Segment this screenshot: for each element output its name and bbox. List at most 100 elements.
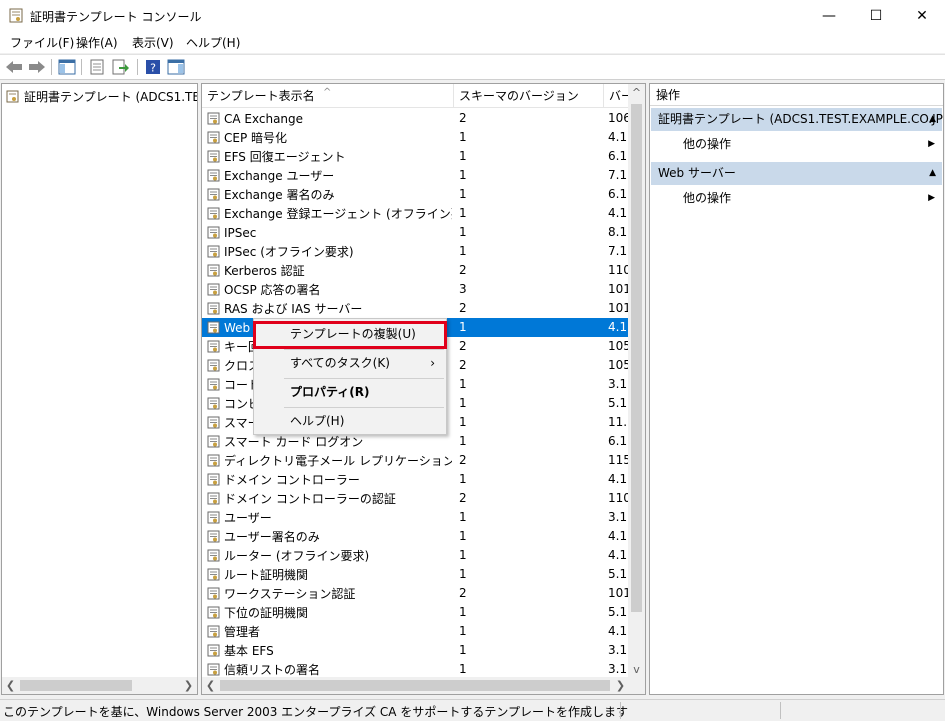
table-row[interactable]: Exchange 署名のみ 1 6.1: [202, 185, 630, 204]
table-row[interactable]: 基本 EFS 1 3.1: [202, 641, 630, 660]
column-header-display-name[interactable]: テンプレート表示名 ^: [202, 84, 452, 108]
certificate-template-icon: [207, 245, 220, 258]
table-row[interactable]: EFS 回復エージェント 1 6.1: [202, 147, 630, 166]
sort-ascending-icon: ^: [323, 87, 332, 98]
certificate-template-icon: [207, 283, 220, 296]
cell-schema-version: 1: [459, 396, 467, 410]
menu-file[interactable]: ファイル(F): [10, 34, 74, 51]
certificate-template-icon: [207, 169, 220, 182]
certificate-template-icon: [207, 663, 220, 676]
forward-icon[interactable]: [27, 58, 47, 76]
certificate-template-icon: [207, 302, 220, 315]
cell-schema-version: 1: [459, 320, 467, 334]
table-row[interactable]: IPSec (オフライン要求) 1 7.1: [202, 242, 630, 261]
table-row[interactable]: 下位の証明機関 1 5.1: [202, 603, 630, 622]
table-row[interactable]: ルーター (オフライン要求) 1 4.1: [202, 546, 630, 565]
cell-version: 7.1: [608, 168, 628, 182]
list-vertical-scrollbar[interactable]: ^ v: [628, 84, 645, 678]
minimize-button[interactable]: —: [806, 0, 852, 31]
tree-item-certificate-templates[interactable]: 証明書テンプレート (ADCS1.TEST.EXAMPLE.CO.JP): [6, 87, 197, 105]
scroll-left-icon[interactable]: ❮: [2, 677, 19, 694]
table-row[interactable]: Exchange 登録エージェント (オフライン要求) 1 4.1: [202, 204, 630, 223]
menu-view[interactable]: 表示(V): [132, 34, 174, 51]
scroll-right-icon[interactable]: ❯: [180, 677, 197, 694]
column-header-version[interactable]: バージョン: [603, 84, 630, 108]
cell-schema-version: 2: [459, 263, 467, 277]
cell-version: 4.1: [608, 548, 628, 562]
collapse-up-icon[interactable]: ▲: [929, 162, 936, 185]
column-header-schema-version[interactable]: スキーマのバージョン: [453, 84, 603, 108]
export-list-icon[interactable]: [111, 58, 131, 76]
cell-version: 115.0: [608, 453, 630, 467]
cell-version: 6.1: [608, 187, 628, 201]
table-row[interactable]: ワークステーション認証 2 101.0: [202, 584, 630, 603]
table-row[interactable]: Kerberos 認証 2 110.0: [202, 261, 630, 280]
table-row[interactable]: ユーザー 1 3.1: [202, 508, 630, 527]
menu-item-properties[interactable]: プロパティ(R): [255, 380, 445, 404]
certificate-template-icon: [207, 378, 220, 391]
certificate-template-icon: [207, 644, 220, 657]
action-more-actions[interactable]: 他の操作 ▶: [683, 187, 941, 209]
row-name: ルーター (オフライン要求): [224, 549, 370, 563]
action-pane-icon[interactable]: [166, 58, 186, 76]
certificate-template-icon: [207, 264, 220, 277]
table-row[interactable]: ルート証明機関 1 5.1: [202, 565, 630, 584]
certificate-template-icon: [207, 606, 220, 619]
cell-schema-version: 1: [459, 567, 467, 581]
cell-display-name: ユーザー署名のみ: [207, 527, 452, 546]
menu-item-help[interactable]: ヘルプ(H): [255, 409, 445, 433]
cell-schema-version: 2: [459, 453, 467, 467]
cell-version: 4.1: [608, 472, 628, 486]
table-row[interactable]: 管理者 1 4.1: [202, 622, 630, 641]
table-row[interactable]: ユーザー署名のみ 1 4.1: [202, 527, 630, 546]
action-more-actions[interactable]: 他の操作 ▶: [683, 133, 941, 155]
table-row[interactable]: CEP 暗号化 1 4.1: [202, 128, 630, 147]
properties-sheet-icon[interactable]: [87, 58, 107, 76]
maximize-button[interactable]: ☐: [853, 0, 899, 31]
cell-display-name: 基本 EFS: [207, 641, 452, 660]
cell-schema-version: 1: [459, 244, 467, 258]
row-name: ユーザー: [224, 511, 272, 525]
scroll-thumb[interactable]: [631, 104, 642, 612]
table-row[interactable]: ドメイン コントローラーの認証 2 110.0: [202, 489, 630, 508]
menu-action[interactable]: 操作(A): [76, 34, 118, 51]
status-text: このテンプレートを基に、Windows Server 2003 エンタープライズ…: [3, 705, 628, 719]
cell-version: 105.0: [608, 339, 630, 353]
scroll-right-icon[interactable]: ❯: [612, 677, 629, 694]
table-row[interactable]: OCSP 応答の署名 3 101.0: [202, 280, 630, 299]
scroll-thumb[interactable]: [220, 680, 610, 691]
tree-horizontal-scrollbar[interactable]: ❮ ❯: [2, 677, 197, 694]
help-icon[interactable]: ?: [143, 58, 163, 76]
table-row[interactable]: ディレクトリ電子メール レプリケーション 2 115.0: [202, 451, 630, 470]
row-name: ディレクトリ電子メール レプリケーション: [224, 454, 452, 468]
action-pane: 操作 証明書テンプレート (ADCS1.TEST.EXAMPLE.CO.JP) …: [649, 83, 944, 695]
action-section-certificate-templates[interactable]: 証明書テンプレート (ADCS1.TEST.EXAMPLE.CO.JP) ▲: [651, 108, 943, 131]
scroll-down-icon[interactable]: v: [628, 661, 645, 678]
table-row[interactable]: CA Exchange 2 106.0: [202, 109, 630, 128]
table-row[interactable]: RAS および IAS サーバー 2 101.0: [202, 299, 630, 318]
menu-separator: [284, 407, 444, 408]
menu-item-all-tasks[interactable]: すべてのタスク(K) ›: [255, 351, 445, 375]
console-tree-icon[interactable]: [57, 58, 77, 76]
certificate-template-icon: [207, 131, 220, 144]
scroll-up-icon[interactable]: ^: [628, 84, 645, 101]
cell-version: 5.1: [608, 567, 628, 581]
row-name: EFS 回復エージェント: [224, 150, 346, 164]
cell-display-name: ワークステーション認証: [207, 584, 452, 603]
table-row[interactable]: IPSec 1 8.1: [202, 223, 630, 242]
cell-display-name: 下位の証明機関: [207, 603, 452, 622]
tree-item-label: 証明書テンプレート (ADCS1.TEST.EXAMPLE.CO.JP): [24, 89, 197, 104]
action-pane-title: 操作: [650, 84, 943, 106]
table-row[interactable]: Exchange ユーザー 1 7.1: [202, 166, 630, 185]
row-name: IPSec: [224, 225, 257, 240]
scroll-left-icon[interactable]: ❮: [202, 677, 219, 694]
close-button[interactable]: ✕: [899, 0, 945, 31]
scroll-thumb[interactable]: [20, 680, 132, 691]
list-horizontal-scrollbar[interactable]: ❮ ❯: [202, 677, 645, 694]
collapse-up-icon[interactable]: ▲: [929, 108, 936, 131]
action-section-web-server[interactable]: Web サーバー ▲: [651, 162, 942, 185]
cell-version: 105.0: [608, 358, 630, 372]
table-row[interactable]: ドメイン コントローラー 1 4.1: [202, 470, 630, 489]
back-icon[interactable]: [4, 58, 24, 76]
menu-help[interactable]: ヘルプ(H): [186, 34, 240, 51]
